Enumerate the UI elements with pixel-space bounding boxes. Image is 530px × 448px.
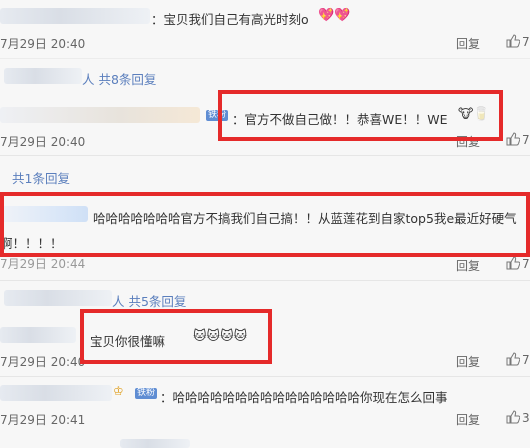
highlight-box xyxy=(218,90,503,141)
fan-badge: 铁粉 xyxy=(135,388,158,399)
thumbs-up-icon[interactable] xyxy=(506,132,520,146)
comment-time: 7月29日 20:41 xyxy=(0,413,86,427)
highlight-box xyxy=(0,192,530,257)
reply-button[interactable]: 回复 xyxy=(456,353,480,370)
reply-button[interactable]: 回复 xyxy=(456,411,480,428)
view-replies-link[interactable]: 人 共5条回复 xyxy=(112,291,186,310)
reply-button[interactable]: 回复 xyxy=(456,35,480,52)
divider xyxy=(0,58,530,59)
comment-time: 7月29日 20:40 xyxy=(0,135,86,149)
heart-emoji-icon: 💖💖 xyxy=(318,8,351,23)
like-count: 7 xyxy=(522,353,530,367)
reply-button[interactable]: 回复 xyxy=(456,257,480,274)
divider xyxy=(0,376,530,377)
crown-icon: ♔ xyxy=(113,384,124,398)
thumbs-up-icon[interactable] xyxy=(506,352,520,366)
like-count: 3 xyxy=(522,411,530,425)
blurred-username xyxy=(0,385,112,401)
thumbs-up-icon[interactable] xyxy=(506,410,520,424)
divider xyxy=(0,155,530,156)
blurred-username xyxy=(120,439,190,448)
blurred-username xyxy=(0,107,200,123)
view-replies-link[interactable]: 共1条回复 xyxy=(12,168,70,187)
comment-time: 7月29日 20:40 xyxy=(0,37,86,51)
divider xyxy=(0,280,530,281)
blurred-avatar-names xyxy=(4,290,112,306)
like-count: 7 xyxy=(522,35,530,49)
highlight-box xyxy=(80,309,272,364)
thumbs-up-icon[interactable] xyxy=(506,34,520,48)
like-count: 7 xyxy=(522,133,530,147)
blurred-username xyxy=(0,8,150,24)
comment-text: ：宝贝我们自己有高光时刻o xyxy=(151,12,309,27)
comment-text: ：哈哈哈哈哈哈哈哈哈哈哈哈哈哈哈你现在怎么回事 xyxy=(160,390,448,405)
comment-time: 7月29日 20:40 xyxy=(0,355,86,369)
like-count: 7 xyxy=(522,257,530,271)
thumbs-up-icon[interactable] xyxy=(506,256,520,270)
view-replies-link[interactable]: 人 共8条回复 xyxy=(82,69,156,88)
blurred-avatar-names xyxy=(4,68,82,84)
blurred-username xyxy=(0,327,76,343)
comment-time: 7月29日 20:44 xyxy=(0,257,86,271)
